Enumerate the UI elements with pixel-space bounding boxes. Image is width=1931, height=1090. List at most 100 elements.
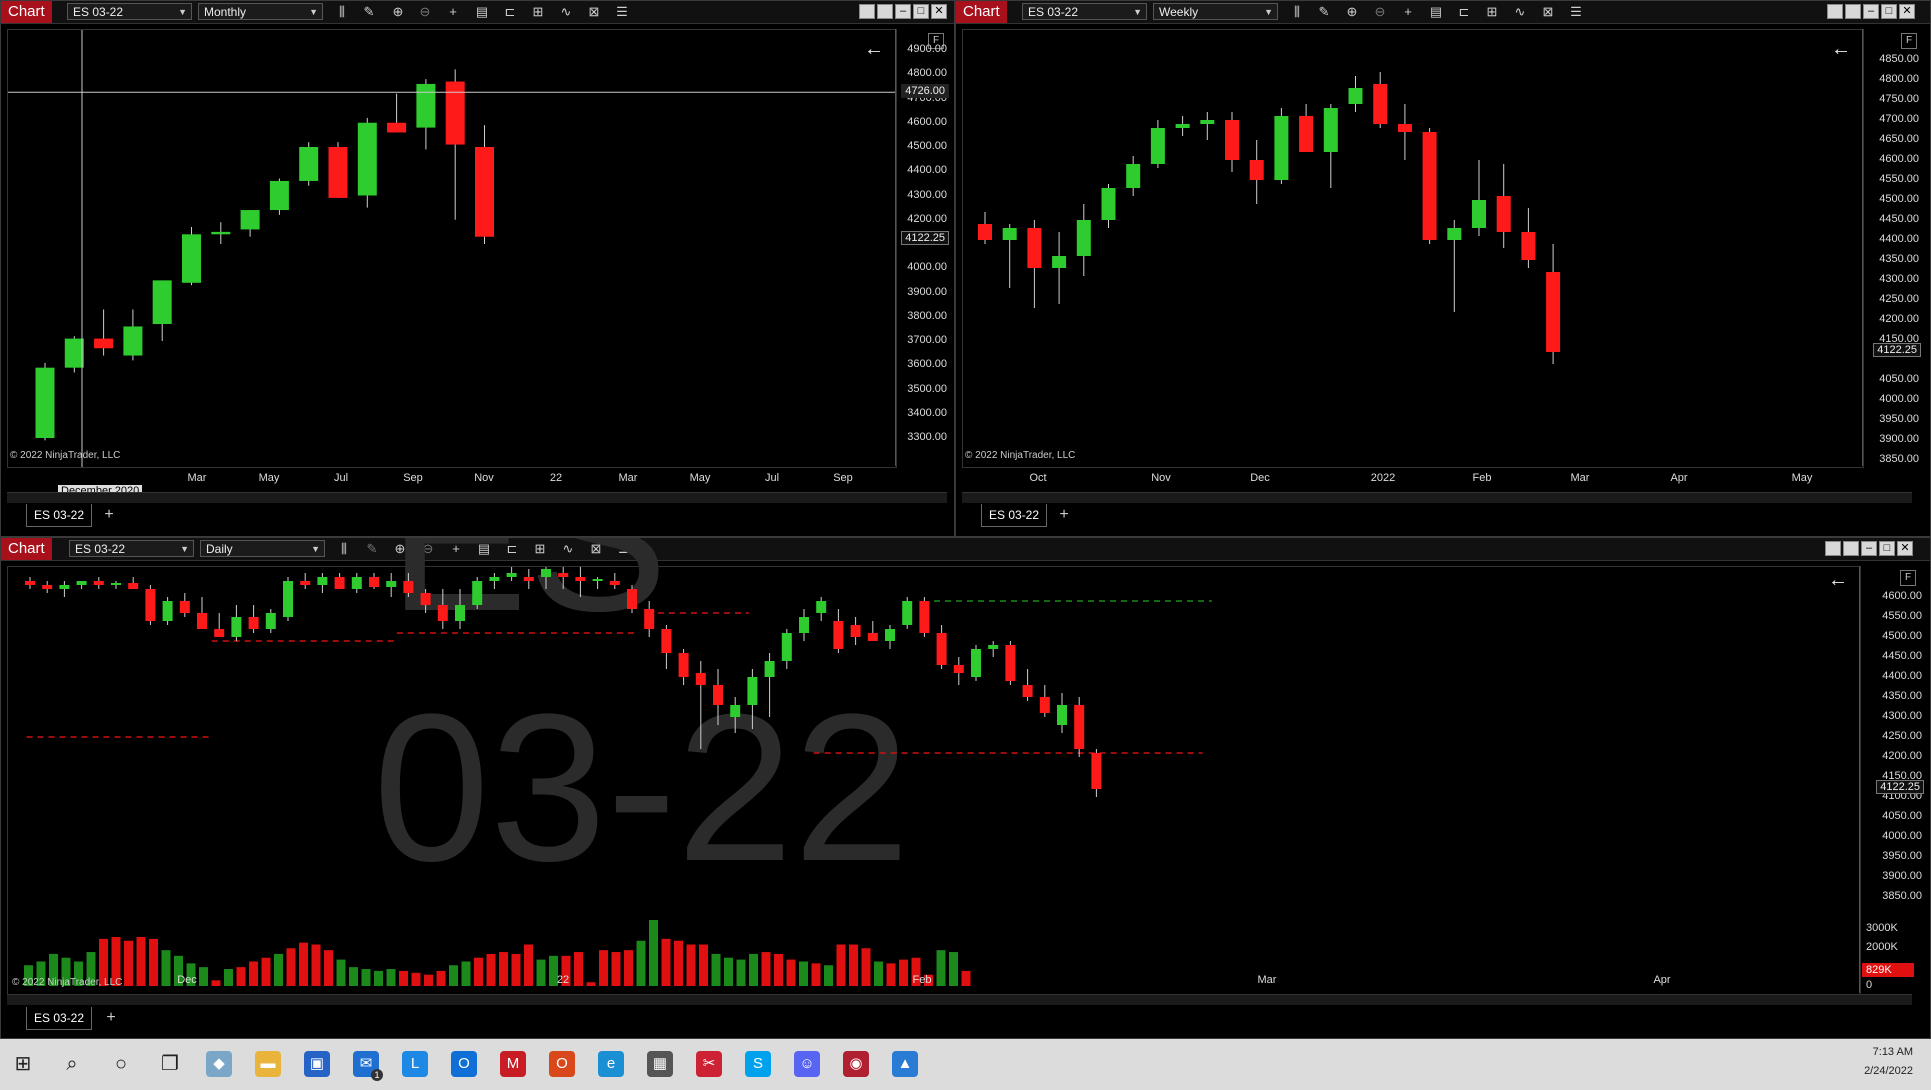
window-option-button-2[interactable] [877,4,893,19]
time-axis[interactable]: Oct Nov Dec 2022 Feb Mar Apr May [962,472,1862,488]
horizontal-scrollbar[interactable] [962,492,1912,503]
zoom-out-icon[interactable]: ⊖ [1371,3,1389,21]
draw-pencil-icon[interactable]: ✎ [1315,3,1333,21]
chart-tag[interactable]: Chart [956,1,1007,23]
window-option-button[interactable] [1827,4,1843,19]
app-icon[interactable]: ◆ [206,1051,232,1077]
instrument-select[interactable]: ES 03-22 ▼ [1022,3,1147,20]
chart-trader-icon[interactable]: ⊏ [501,3,519,21]
skype-icon[interactable]: S [745,1051,771,1077]
maximize-button[interactable]: □ [1879,541,1895,556]
instrument-select[interactable]: ES 03-22 ▼ [69,540,194,557]
crosshair-icon[interactable]: + [1399,3,1417,21]
window-option-button[interactable] [1825,541,1841,556]
add-tab-icon[interactable]: + [100,504,118,526]
chart-tag[interactable]: Chart [1,1,52,23]
bar-type-icon[interactable]: ⫼ [335,540,353,558]
period-select[interactable]: Daily ▼ [200,540,325,557]
candle-body [1091,753,1102,789]
price-panel[interactable]: © 2022 NinjaTrader, LLC ← December 2020 [7,29,897,497]
search-icon[interactable]: ⌕ [59,1051,85,1077]
tab-instrument[interactable]: ES 03-22 [981,504,1048,527]
close-button[interactable]: ✕ [1899,4,1915,19]
zoom-in-icon[interactable]: ⊕ [389,3,407,21]
zoom-out-icon[interactable]: ⊖ [416,3,434,21]
price-tick-label: 4000.00 [1879,393,1919,405]
price-axis[interactable]: F 4850.00 4800.00 4750.00 4700.00 4650.00 460… [1862,29,1923,466]
minimize-button[interactable]: – [1863,4,1879,19]
photos-icon[interactable]: ▲ [892,1051,918,1077]
time-axis[interactable]: Mar May Jul Sep Nov 22 Mar May Jul Sep [7,472,895,488]
draw-pencil-icon[interactable]: ✎ [360,3,378,21]
period-select[interactable]: Weekly ▼ [1153,3,1278,20]
draw-pencil-icon[interactable]: ✎ [363,540,381,558]
task-view-icon[interactable]: ❐ [157,1051,183,1077]
window-option-button-2[interactable] [1843,541,1859,556]
price-axis[interactable]: F 4900.004800.004700.004600.004500.00440… [895,29,951,466]
f-button[interactable]: F [1900,570,1916,586]
data-box-icon[interactable]: ▤ [473,3,491,21]
price-tick-label: 4550.00 [1882,610,1922,622]
chart-tag[interactable]: Chart [1,538,52,560]
file-explorer-icon[interactable]: ▬ [255,1051,281,1077]
snipping-icon[interactable]: ✂ [696,1051,722,1077]
mail-icon[interactable]: ✉ 1 [353,1051,383,1081]
chart-trader-icon[interactable]: ⊏ [1455,3,1473,21]
edge-icon[interactable]: e [598,1051,624,1077]
window-titlebar[interactable]: Chart ES 03-22 ▼ Daily ▼ ⫼ ✎ ⊕ ⊖ + ▤ ⊏ ⊞ ∿… [1,538,1930,561]
horizontal-scrollbar[interactable] [7,994,1912,1005]
window-titlebar[interactable]: Chart ES 03-22 ▼ Monthly ▼ ⫼ ✎ ⊕ ⊖ + ▤ ⊏ ⊞… [1,1,954,24]
bar-type-icon[interactable]: ⫼ [333,3,351,21]
minimize-button[interactable]: – [895,4,911,19]
office-icon[interactable]: O [549,1051,575,1077]
time-axis[interactable]: Dec 22 Feb Mar Apr [7,974,1859,990]
add-tab-icon[interactable]: + [1055,504,1073,526]
templates-icon[interactable]: ⊞ [529,3,547,21]
instrument-select[interactable]: ES 03-22 ▼ [67,3,192,20]
maximize-button[interactable]: □ [913,4,929,19]
calculator-icon[interactable]: ▦ [647,1051,673,1077]
crosshair-icon[interactable]: + [444,3,462,21]
horizontal-scrollbar[interactable] [7,492,947,503]
outlook-icon[interactable]: O [451,1051,477,1077]
store-icon[interactable]: ▣ [304,1051,330,1077]
templates-icon[interactable]: ⊞ [1483,3,1501,21]
price-tick-label: 4350.00 [1879,253,1919,265]
tab-instrument[interactable]: ES 03-22 [26,1007,93,1030]
add-tab-icon[interactable]: + [102,1007,120,1029]
zoom-in-icon[interactable]: ⊕ [1343,3,1361,21]
price-axis[interactable]: F 4600.00 4550.00 4500.00 4450.00 4400.00 435… [1859,566,1926,993]
window-titlebar[interactable]: Chart ES 03-22 ▼ Weekly ▼ ⫼ ✎ ⊕ ⊖ + ▤ ⊏ ⊞ … [956,1,1930,24]
candle-body [971,649,981,677]
window-option-button[interactable] [859,4,875,19]
system-clock[interactable]: 7:13 AM 2/24/2022 [1864,1043,1913,1081]
properties-icon[interactable]: ☰ [1567,3,1585,21]
cortana-icon[interactable]: ○ [108,1051,134,1077]
window-option-button-2[interactable] [1845,4,1861,19]
back-arrow-icon[interactable]: ← [864,38,884,61]
indicators-icon[interactable]: ∿ [557,3,575,21]
period-select[interactable]: Monthly ▼ [198,3,323,20]
strategies-icon[interactable]: ⊠ [585,3,603,21]
f-button[interactable]: F [1901,33,1917,49]
l-app-icon[interactable]: L [402,1051,428,1077]
back-arrow-icon[interactable]: ← [1828,569,1848,592]
windows-start-icon[interactable]: ⊞ [10,1051,36,1077]
mcafee-icon[interactable]: M [500,1051,526,1077]
price-panel[interactable]: ES 03-22 © 2022 NinjaTrader, LLC ← [7,538,1861,995]
ninjatrader-icon[interactable]: ◉ [843,1051,869,1077]
data-box-icon[interactable]: ▤ [1427,3,1445,21]
back-arrow-icon[interactable]: ← [1831,38,1851,61]
price-tick-label: 4800.00 [1879,73,1919,85]
indicators-icon[interactable]: ∿ [1511,3,1529,21]
tab-instrument[interactable]: ES 03-22 [26,504,93,527]
discord-icon[interactable]: ☺ [794,1051,820,1077]
close-button[interactable]: ✕ [1897,541,1913,556]
price-panel[interactable]: © 2022 NinjaTrader, LLC ← [962,29,1864,468]
minimize-button[interactable]: – [1861,541,1877,556]
bar-type-icon[interactable]: ⫼ [1288,3,1306,21]
maximize-button[interactable]: □ [1881,4,1897,19]
close-button[interactable]: ✕ [931,4,947,19]
strategies-icon[interactable]: ⊠ [1539,3,1557,21]
properties-icon[interactable]: ☰ [613,3,631,21]
